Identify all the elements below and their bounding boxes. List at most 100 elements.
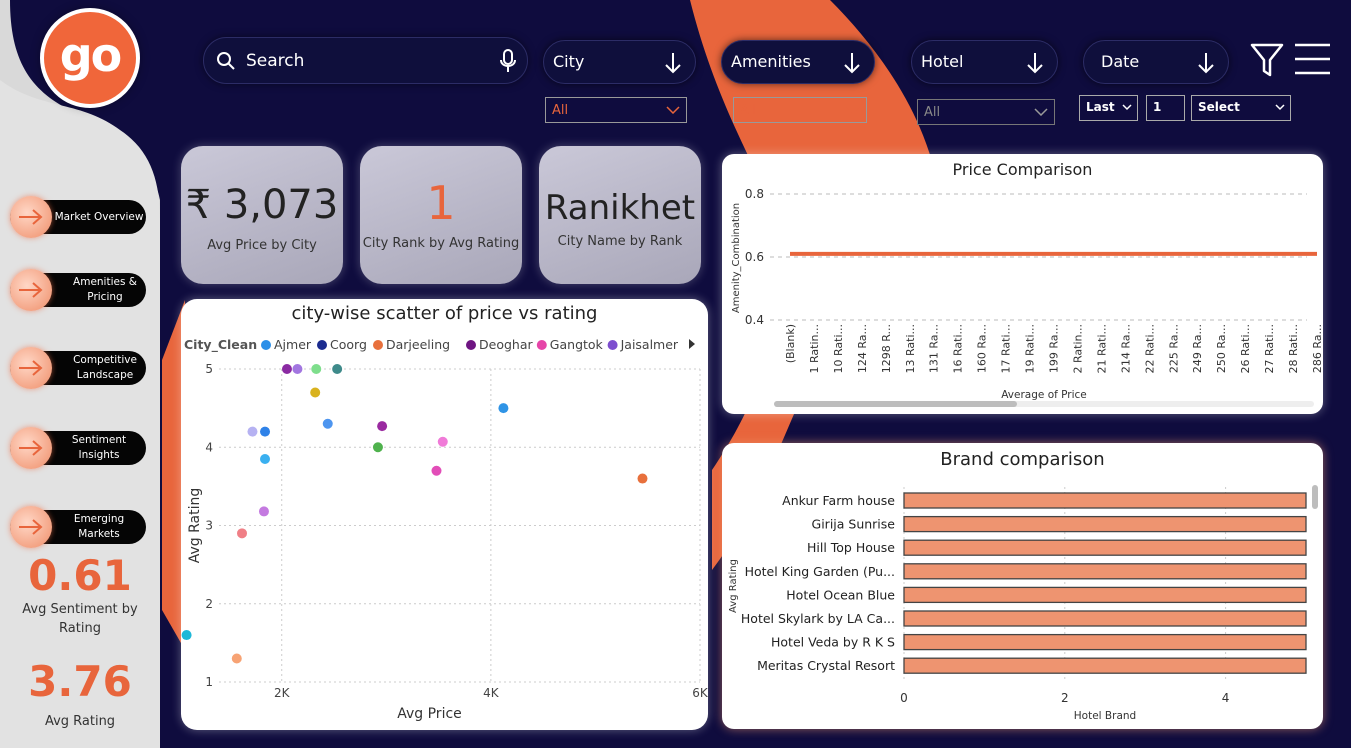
- legend-marker: [536, 340, 547, 350]
- nav-market-overview[interactable]: Market Overview: [10, 196, 146, 238]
- bar: [903, 586, 1307, 604]
- kpi-caption: Avg Sentiment by Rating: [22, 602, 138, 636]
- nav-amenities-pricing[interactable]: Amenities & Pricing: [10, 269, 146, 311]
- x-tick-label: 27 Rati...: [1263, 324, 1276, 374]
- bar-category-label: Hill Top House: [807, 540, 895, 555]
- slicer-label: Hotel: [921, 52, 964, 71]
- arrow-right-icon: [10, 347, 52, 389]
- kpi-value: ₹ 3,073: [185, 182, 339, 228]
- bar: [903, 539, 1307, 556]
- y-tick-label: 1: [205, 675, 213, 689]
- kpi-avg-rating: 3.76 Avg Rating: [14, 658, 146, 731]
- kpi-card-avg-price: ₹ 3,073 Avg Price by City: [181, 146, 343, 284]
- kpi-caption: Avg Price by City: [207, 238, 317, 253]
- x-tick-label: 2: [1061, 691, 1069, 705]
- horizontal-scrollbar-thumb[interactable]: [774, 401, 1017, 407]
- nav-label: Amenities & Pricing: [73, 276, 137, 303]
- bar-category-label: Ankur Farm house: [782, 493, 895, 508]
- x-tick-label: 160 Ra...: [976, 324, 989, 373]
- city-slicer[interactable]: City: [543, 40, 696, 84]
- x-tick-label: 2K: [274, 686, 291, 700]
- bar-category-label: Girija Sunrise: [812, 517, 896, 532]
- x-tick-label: 28 Rati...: [1287, 324, 1300, 374]
- nav-emerging-markets[interactable]: Emerging Markets: [10, 506, 146, 548]
- y-axis-label: Avg Rating: [728, 559, 739, 613]
- dropdown-value: All: [924, 105, 941, 120]
- scatter-point: [237, 528, 248, 539]
- kpi-value: 1: [426, 176, 456, 230]
- go-logo[interactable]: go: [40, 8, 140, 108]
- legend-marker: [466, 340, 476, 350]
- nav-label: Competitive Landscape: [73, 354, 137, 381]
- amenities-dropdown[interactable]: All: [733, 97, 867, 123]
- bar-category-label: Meritas Crystal Resort: [757, 658, 895, 673]
- funnel-icon[interactable]: [1250, 42, 1284, 78]
- kpi-caption: Avg Rating: [44, 714, 116, 729]
- kpi-value: 3.76: [28, 657, 132, 706]
- date-period-dropdown[interactable]: Last: [1079, 95, 1138, 121]
- dropdown-value: All: [552, 103, 569, 118]
- bar: [903, 563, 1307, 580]
- scatter-chart[interactable]: City_Clean Ajmer Coorg Darjeeling Deoghar Gan…: [181, 299, 708, 730]
- amenities-slicer[interactable]: Amenities: [721, 40, 875, 84]
- nav-label: Sentiment Insights: [71, 434, 127, 461]
- x-tick-label: 19 Rati...: [1024, 324, 1037, 374]
- scatter-point: [292, 364, 303, 374]
- chevron-down-icon: [846, 106, 860, 114]
- price-line-chart[interactable]: 0.4 0.6 0.8 (Blank) 1 Ratin... 10 Rati... 124 …: [722, 154, 1323, 414]
- legend-item: Gangtok: [550, 337, 604, 352]
- microphone-icon[interactable]: [500, 49, 516, 73]
- arrow-right-icon: [10, 196, 52, 238]
- x-tick-label: 22 Rati...: [1143, 324, 1156, 374]
- y-tick-label: 3: [205, 519, 213, 533]
- x-axis-label: Average of Price: [1001, 389, 1087, 401]
- brand-comparison-panel[interactable]: Brand comparison 0 2 4 Ankur Farm house Giri…: [722, 443, 1323, 729]
- hamburger-menu-icon[interactable]: [1292, 42, 1332, 76]
- scatter-point: [437, 436, 448, 447]
- legend-title: City_Clean: [184, 337, 257, 353]
- vertical-scrollbar-thumb[interactable]: [1312, 485, 1318, 509]
- search-box[interactable]: Search: [203, 37, 528, 84]
- brand-bar-chart[interactable]: 0 2 4 Ankur Farm house Girija Sunrise Hill To…: [722, 443, 1323, 729]
- kpi-card-city-rank: 1 City Rank by Avg Rating: [360, 146, 522, 284]
- nav-sentiment-insights[interactable]: Sentiment Insights: [10, 427, 146, 469]
- x-tick-label: 26 Rati...: [1239, 324, 1252, 374]
- scatter-point: [247, 426, 258, 437]
- arrow-right-icon: [10, 427, 52, 469]
- nav-competitive-landscape[interactable]: Competitive Landscape: [10, 347, 146, 389]
- scatter-point: [372, 442, 383, 453]
- bar-category-label: Hotel Skylark by LA Ca...: [741, 611, 895, 626]
- city-dropdown[interactable]: All: [545, 97, 687, 123]
- x-tick-label: 131 Ra...: [928, 324, 941, 373]
- arrow-right-icon: [10, 506, 52, 548]
- chevron-down-icon: [1275, 104, 1285, 111]
- dropdown-value: Last: [1086, 100, 1115, 114]
- bar: [903, 633, 1307, 651]
- y-tick-label: 0.6: [745, 250, 764, 264]
- scatter-point: [281, 364, 292, 374]
- legend-item: Ajmer: [274, 337, 312, 352]
- y-tick-label: 4: [205, 440, 213, 454]
- dropdown-value: All: [740, 103, 757, 118]
- hotel-dropdown[interactable]: All: [917, 99, 1055, 125]
- legend-item: Jaisalmer: [620, 337, 679, 352]
- chevron-down-icon: [666, 106, 680, 114]
- scatter-point: [260, 426, 271, 437]
- bar-category-label: Hotel Ocean Blue: [786, 587, 895, 602]
- x-tick-label: 225 Ra...: [1167, 324, 1180, 373]
- y-axis-label: Avg Rating: [187, 488, 203, 564]
- x-tick-label: 6K: [692, 686, 708, 700]
- scatter-point: [322, 418, 333, 429]
- hotel-slicer[interactable]: Hotel: [911, 40, 1058, 84]
- chevron-down-icon: [1034, 108, 1048, 116]
- x-tick-label: 4K: [483, 686, 500, 700]
- price-comparison-panel[interactable]: Price Comparison 0.4 0.6 0.8 (Blank) 1 Ratin…: [722, 154, 1323, 414]
- date-unit-dropdown[interactable]: Select: [1191, 95, 1291, 121]
- chevron-down-icon: [1122, 104, 1132, 111]
- date-slicer[interactable]: Date: [1083, 40, 1229, 84]
- scatter-chart-panel[interactable]: city-wise scatter of price vs rating Cit…: [181, 299, 708, 730]
- search-input[interactable]: Search: [246, 51, 304, 71]
- y-tick-label: 0.8: [745, 187, 764, 201]
- date-count-input[interactable]: 1: [1146, 95, 1185, 121]
- scatter-point: [258, 506, 269, 517]
